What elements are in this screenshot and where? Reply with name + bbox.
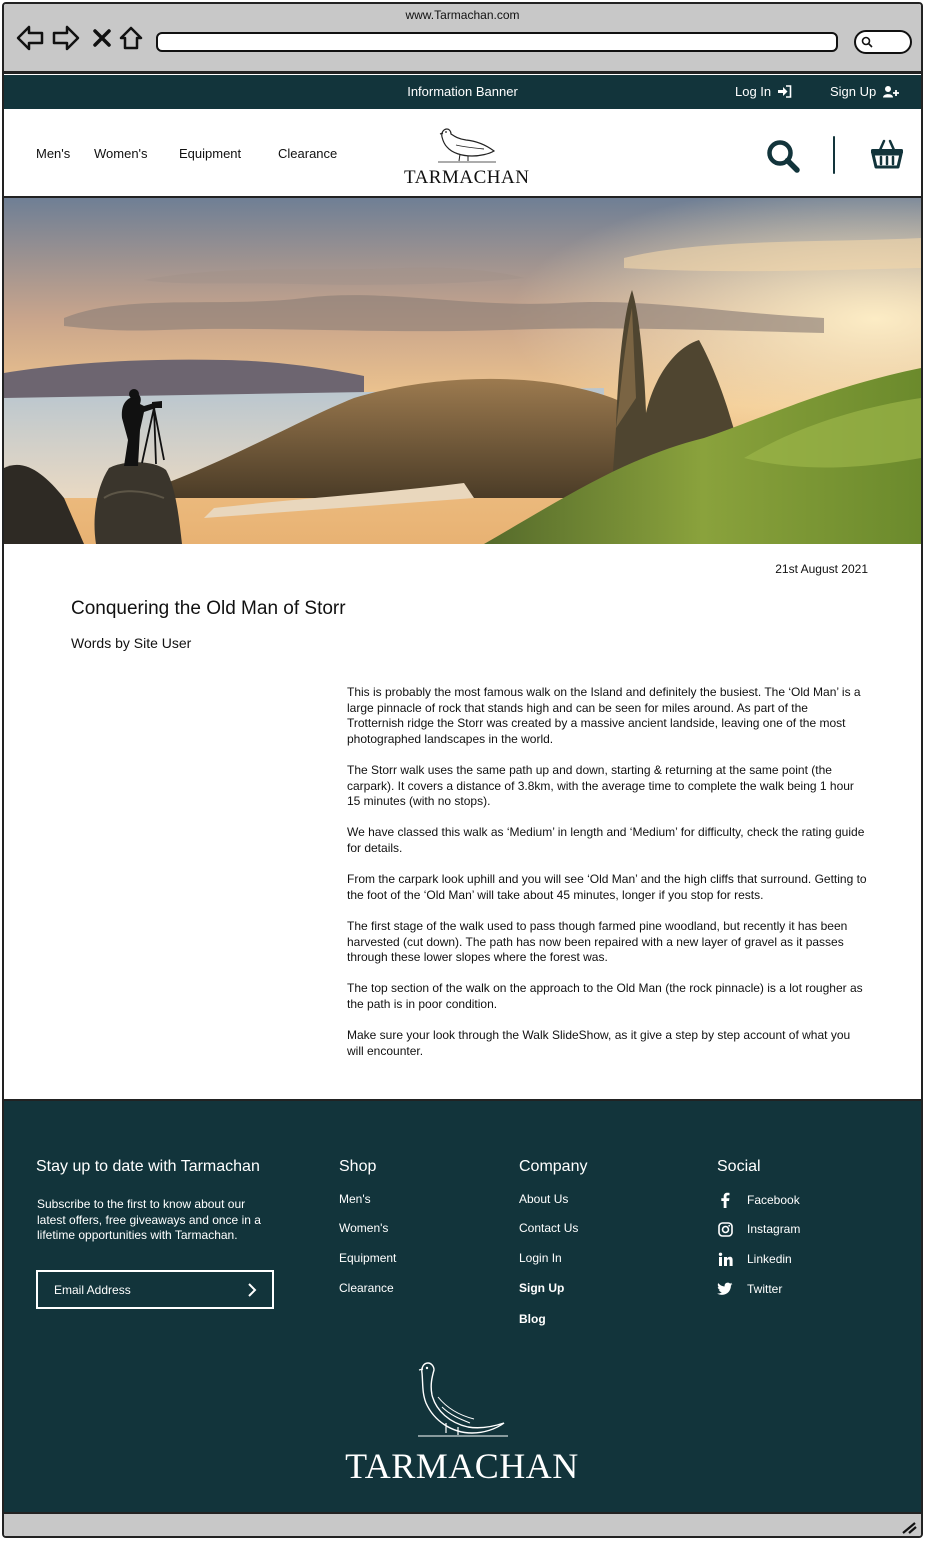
footer-link-login[interactable]: Login In bbox=[519, 1251, 562, 1265]
company-heading: Company bbox=[519, 1158, 588, 1175]
article-paragraph: We have classed this walk as ‘Medium’ in… bbox=[347, 825, 865, 855]
browser-title: www.Tarmachan.com bbox=[405, 8, 520, 22]
search-icon[interactable] bbox=[766, 139, 800, 178]
nav-clearance[interactable]: Clearance bbox=[278, 146, 337, 161]
browser-search-field[interactable] bbox=[854, 30, 912, 54]
newsletter-text: Subscribe to the first to know about our… bbox=[37, 1197, 261, 1243]
footer-logo[interactable]: TARMACHAN bbox=[337, 1357, 587, 1487]
linkedin-label: Linkedin bbox=[747, 1252, 792, 1266]
back-arrow-icon[interactable] bbox=[16, 24, 44, 52]
signup-label: Sign Up bbox=[830, 84, 877, 99]
twitter-label: Twitter bbox=[747, 1282, 783, 1296]
footer-logo-wordmark: TARMACHAN bbox=[345, 1446, 579, 1486]
forward-arrow-icon[interactable] bbox=[52, 24, 80, 52]
ptarmigan-logo-icon bbox=[438, 128, 496, 163]
home-icon[interactable] bbox=[117, 24, 145, 52]
linkedin-icon bbox=[717, 1251, 733, 1267]
email-field[interactable] bbox=[54, 1283, 234, 1297]
sign-in-icon bbox=[778, 85, 792, 98]
nav-equipment[interactable]: Equipment bbox=[179, 146, 241, 161]
instagram-icon bbox=[717, 1221, 733, 1237]
newsletter-form bbox=[36, 1270, 274, 1309]
nav-womens[interactable]: Women's bbox=[94, 146, 148, 161]
footer-link-mens[interactable]: Men's bbox=[339, 1192, 371, 1206]
magnifier-icon bbox=[861, 36, 873, 48]
article-paragraph: The top section of the walk on the appro… bbox=[347, 981, 863, 1011]
article-paragraph: From the carpark look uphill and you wil… bbox=[347, 872, 867, 902]
address-bar[interactable] bbox=[156, 32, 838, 52]
instagram-label: Instagram bbox=[747, 1222, 801, 1236]
basket-icon[interactable] bbox=[870, 139, 904, 174]
article-date: 21st August 2021 bbox=[775, 562, 868, 576]
chevron-right-icon[interactable] bbox=[244, 1282, 260, 1298]
site-footer: Stay up to date with Tarmachan Subscribe… bbox=[4, 1099, 921, 1514]
facebook-icon bbox=[717, 1192, 733, 1208]
twitter-icon bbox=[717, 1281, 733, 1297]
footer-link-signup[interactable]: Sign Up bbox=[519, 1281, 564, 1295]
footer-link-linkedin[interactable]: Linkedin bbox=[717, 1251, 792, 1267]
newsletter-heading: Stay up to date with Tarmachan bbox=[36, 1158, 260, 1175]
article: 21st August 2021 Conquering the Old Man … bbox=[4, 544, 921, 1099]
login-link[interactable]: Log In bbox=[735, 84, 792, 99]
site-header: Men's Women's Equipment Clearance TARMAC… bbox=[4, 109, 921, 198]
shop-heading: Shop bbox=[339, 1158, 377, 1175]
article-body: This is probably the most famous walk on… bbox=[347, 685, 867, 1075]
footer-link-twitter[interactable]: Twitter bbox=[717, 1281, 782, 1297]
footer-link-equipment[interactable]: Equipment bbox=[339, 1251, 396, 1265]
site-logo[interactable]: TARMACHAN bbox=[404, 121, 530, 191]
close-icon[interactable] bbox=[88, 24, 116, 52]
browser-window: www.Tarmachan.com Information Banner Log… bbox=[2, 2, 923, 1538]
footer-link-clearance[interactable]: Clearance bbox=[339, 1281, 394, 1295]
user-plus-icon bbox=[883, 86, 900, 98]
browser-status-bar bbox=[4, 1514, 921, 1536]
footer-link-contact[interactable]: Contact Us bbox=[519, 1221, 578, 1235]
article-paragraph: The Storr walk uses the same path up and… bbox=[347, 762, 854, 809]
facebook-label: Facebook bbox=[747, 1193, 800, 1207]
signup-link[interactable]: Sign Up bbox=[830, 84, 900, 99]
resize-grip-icon[interactable] bbox=[901, 1520, 917, 1534]
article-paragraph: This is probably the most famous walk on… bbox=[347, 685, 861, 746]
footer-link-facebook[interactable]: Facebook bbox=[717, 1192, 800, 1208]
information-banner: Information Banner Log In Sign Up bbox=[4, 75, 921, 109]
header-divider bbox=[833, 136, 835, 174]
footer-link-about[interactable]: About Us bbox=[519, 1192, 568, 1206]
login-label: Log In bbox=[735, 84, 772, 99]
browser-toolbar: www.Tarmachan.com bbox=[4, 4, 921, 74]
social-heading: Social bbox=[717, 1158, 761, 1175]
footer-link-instagram[interactable]: Instagram bbox=[717, 1221, 800, 1237]
article-title: Conquering the Old Man of Storr bbox=[71, 598, 346, 619]
hero-image bbox=[4, 198, 921, 544]
article-paragraph: Make sure your look through the Walk Sli… bbox=[347, 1028, 851, 1058]
footer-link-blog[interactable]: Blog bbox=[519, 1312, 546, 1326]
footer-link-womens[interactable]: Women's bbox=[339, 1221, 388, 1235]
ptarmigan-logo-icon bbox=[418, 1362, 508, 1437]
nav-mens[interactable]: Men's bbox=[36, 146, 70, 161]
logo-wordmark: TARMACHAN bbox=[404, 167, 530, 188]
article-byline: Words by Site User bbox=[71, 635, 192, 651]
article-paragraph: The first stage of the walk used to pass… bbox=[347, 918, 848, 965]
